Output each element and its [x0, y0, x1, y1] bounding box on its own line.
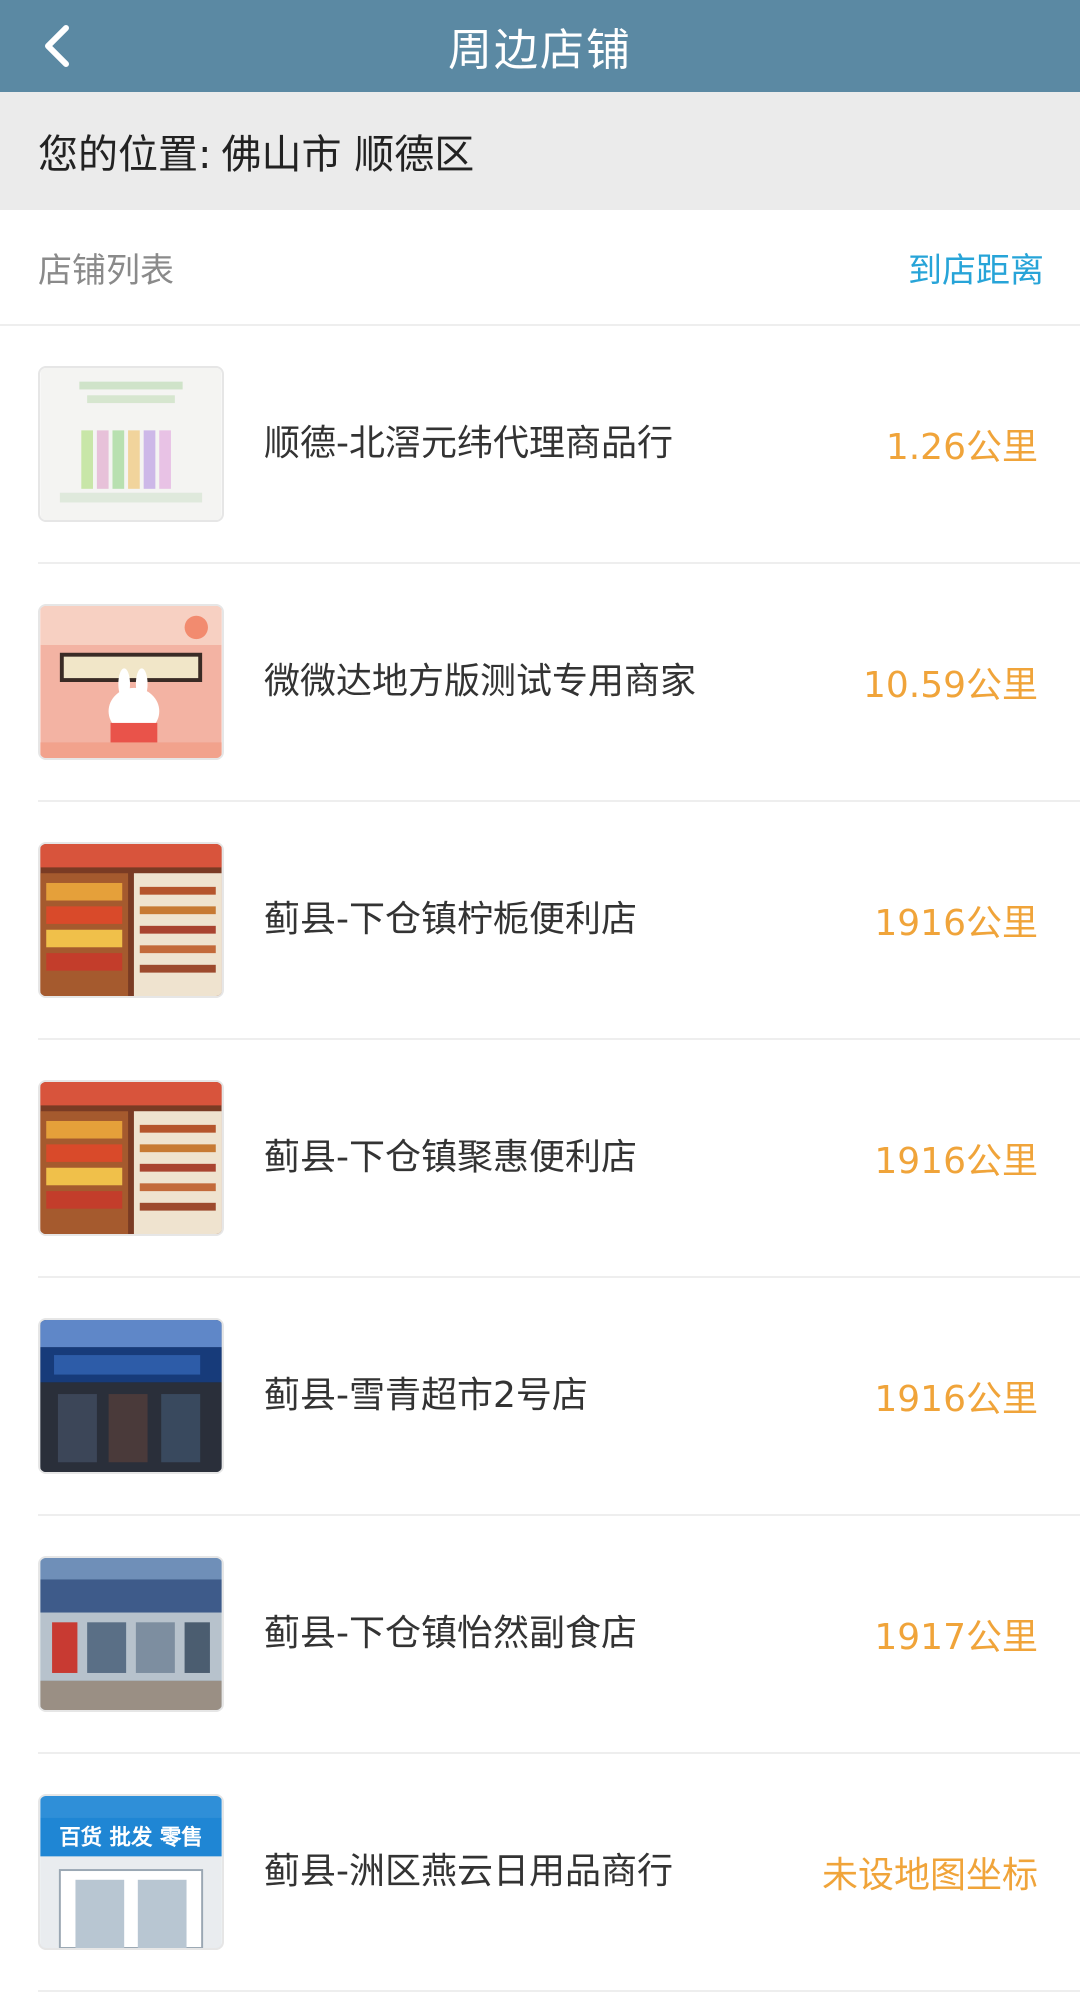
store-image-storefront-street — [38, 1556, 224, 1712]
store-name: 微微达地方版测试专用商家 — [264, 661, 697, 702]
store-distance: 1916公里 — [874, 1379, 1038, 1420]
sort-by-distance-link[interactable]: 到店距离 — [908, 243, 1044, 292]
store-row[interactable]: 顺德-北滘元纬代理商品行 1.26公里 — [38, 326, 1080, 564]
store-name: 蓟县-洲区燕云日用品商行 — [264, 1851, 673, 1892]
store-image-sign-board: 百货 批发 零售 — [38, 1794, 224, 1950]
store-distance: 1916公里 — [874, 903, 1038, 944]
store-name: 蓟县-下仓镇柠栀便利店 — [264, 899, 637, 940]
store-image-cartoon-rabbit-banner — [38, 604, 224, 760]
top-bar: 周边店铺 — [0, 0, 1080, 92]
store-row[interactable]: 百货 批发 零售 蓟县-洲区燕云日用品商行 未设地图坐标 — [38, 1754, 1080, 1992]
store-distance: 1916公里 — [874, 1141, 1038, 1182]
sign-text: 百货 批发 零售 — [59, 1825, 202, 1851]
store-distance: 1917公里 — [874, 1617, 1038, 1658]
store-name: 顺德-北滘元纬代理商品行 — [264, 423, 673, 464]
store-image-shop-shelves — [38, 842, 224, 998]
store-distance: 10.59公里 — [862, 665, 1038, 706]
page-title: 周边店铺 — [448, 25, 632, 76]
location-value: 佛山市 顺德区 — [221, 132, 475, 178]
back-button[interactable] — [30, 18, 86, 74]
store-row[interactable]: 蓟县-雪青超市2号店 1916公里 — [38, 1278, 1080, 1516]
list-header: 店铺列表 到店距离 — [0, 210, 1080, 326]
store-list: 顺德-北滘元纬代理商品行 1.26公里 微微达地方版测试专用商家 10.59公里 — [0, 326, 1080, 1992]
store-name: 蓟县-下仓镇聚惠便利店 — [264, 1137, 637, 1178]
store-row[interactable]: 蓟县-下仓镇怡然副食店 1917公里 — [38, 1516, 1080, 1754]
list-title: 店铺列表 — [38, 250, 174, 291]
location-bar: 您的位置: 佛山市 顺德区 — [0, 92, 1080, 210]
chevron-left-icon — [45, 25, 69, 67]
store-row[interactable]: 微微达地方版测试专用商家 10.59公里 — [38, 564, 1080, 802]
store-row[interactable]: 蓟县-下仓镇柠栀便利店 1916公里 — [38, 802, 1080, 1040]
location-label: 您的位置: — [38, 132, 212, 178]
store-name: 蓟县-雪青超市2号店 — [264, 1375, 588, 1416]
store-row[interactable]: 蓟县-下仓镇聚惠便利店 1916公里 — [38, 1040, 1080, 1278]
store-name: 蓟县-下仓镇怡然副食店 — [264, 1613, 637, 1654]
store-image-storefront-blue — [38, 1318, 224, 1474]
store-distance: 1.26公里 — [885, 427, 1038, 468]
store-distance: 未设地图坐标 — [821, 1855, 1038, 1896]
store-image-shop-shelves — [38, 1080, 224, 1236]
store-image-product-display — [38, 366, 224, 522]
